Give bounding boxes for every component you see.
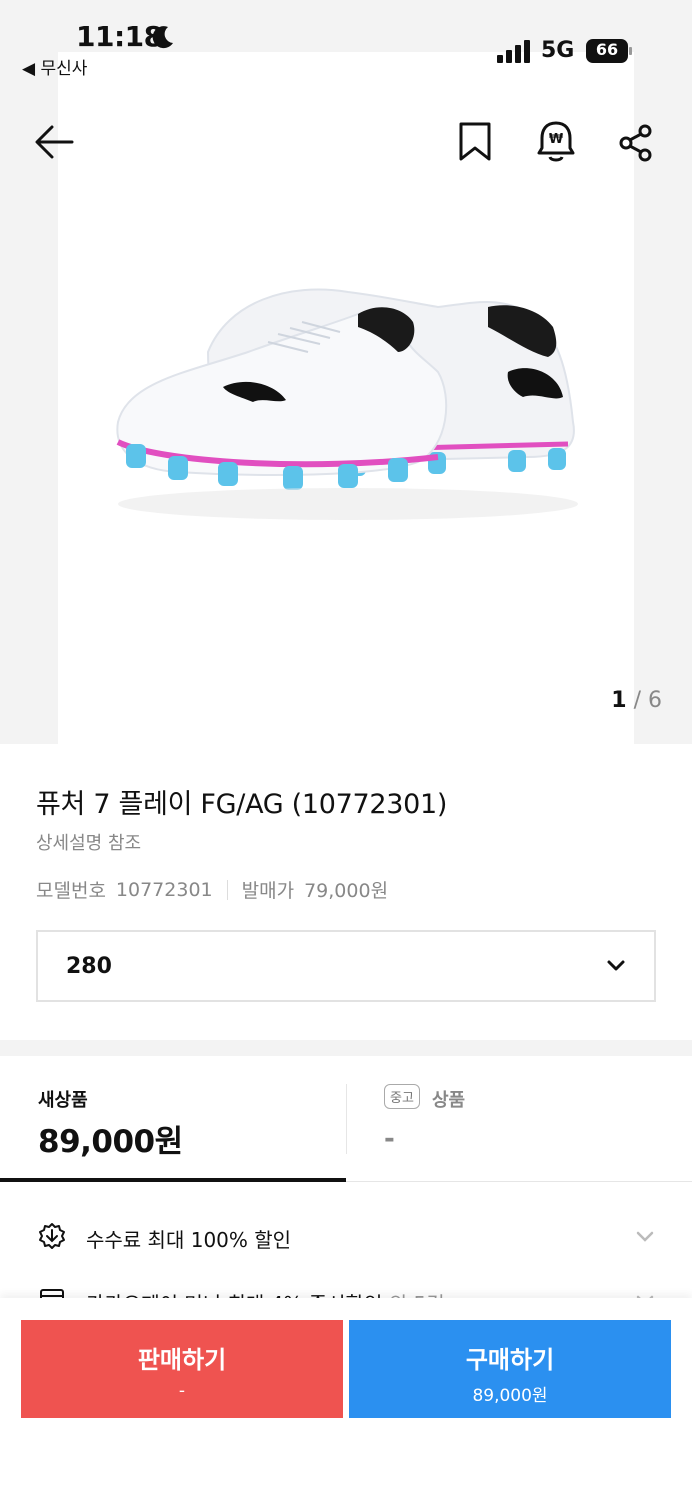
network-type: 5G — [541, 38, 575, 63]
selected-size: 280 — [66, 954, 112, 979]
image-counter-total: / 6 — [633, 688, 662, 713]
used-product-price: - — [384, 1124, 395, 1154]
buy-button-price: 89,000원 — [472, 1386, 548, 1406]
product-title: 퓨처 7 플레이 FG/AG (10772301) — [36, 789, 448, 820]
release-price-value: 79,000원 — [304, 880, 389, 902]
sell-button-price: - — [178, 1381, 186, 1401]
price-alert-icon[interactable]: ₩ — [536, 120, 576, 164]
release-price-label: 발매가 — [241, 880, 295, 902]
section-divider — [0, 1040, 692, 1056]
model-number-label: 모델번호 — [36, 880, 106, 902]
share-icon[interactable] — [618, 124, 654, 162]
moon-icon — [152, 26, 173, 49]
back-to-app-link[interactable]: ◀ 무신사 — [22, 54, 87, 79]
used-badge: 중고 — [384, 1084, 420, 1109]
size-select[interactable]: 280 — [36, 930, 656, 1002]
meta-divider — [226, 879, 228, 900]
bookmark-icon[interactable] — [458, 122, 492, 162]
buy-button-label: 구매하기 — [465, 1346, 555, 1374]
tab-divider — [346, 1084, 347, 1154]
image-counter-current: 1 — [611, 688, 627, 713]
back-arrow-icon[interactable] — [34, 124, 74, 160]
sell-button-label: 판매하기 — [137, 1346, 227, 1374]
status-bar: 11:18 ◀ 무신사 5G 66 — [0, 0, 692, 80]
chevron-down-icon — [636, 1231, 654, 1242]
signal-icon — [497, 40, 530, 63]
svg-text:₩: ₩ — [549, 132, 564, 147]
product-subtitle: 상세설명 참조 — [36, 833, 142, 854]
tab-new-product[interactable]: 새상품 89,000원 — [0, 1056, 346, 1182]
buy-button[interactable]: 구매하기 89,000원 — [349, 1320, 671, 1418]
chevron-down-icon — [607, 960, 625, 971]
image-counter: 1 / 6 — [611, 688, 662, 713]
new-product-price: 89,000원 — [38, 1124, 183, 1160]
battery-level: 66 — [595, 40, 619, 59]
bottom-action-bar: 판매하기 - 구매하기 89,000원 — [0, 1298, 692, 1500]
model-number-value: 10772301 — [115, 878, 213, 901]
benefit-row-fee-discount[interactable]: 수수료 최대 100% 할인 — [0, 1206, 692, 1266]
discount-badge-icon — [39, 1223, 65, 1249]
tab-new-label: 새상품 — [38, 1090, 88, 1111]
product-image-area — [0, 0, 692, 744]
benefit-text: 수수료 최대 100% 할인 — [86, 1228, 292, 1252]
tab-used-label: 상품 — [432, 1090, 466, 1111]
battery-icon: 66 — [586, 38, 634, 64]
sell-button[interactable]: 판매하기 - — [21, 1320, 343, 1418]
product-meta: 모델번호 10772301 발매가 79,000원 — [36, 876, 388, 903]
tab-used-product[interactable]: 중고 상품 - — [346, 1056, 692, 1182]
